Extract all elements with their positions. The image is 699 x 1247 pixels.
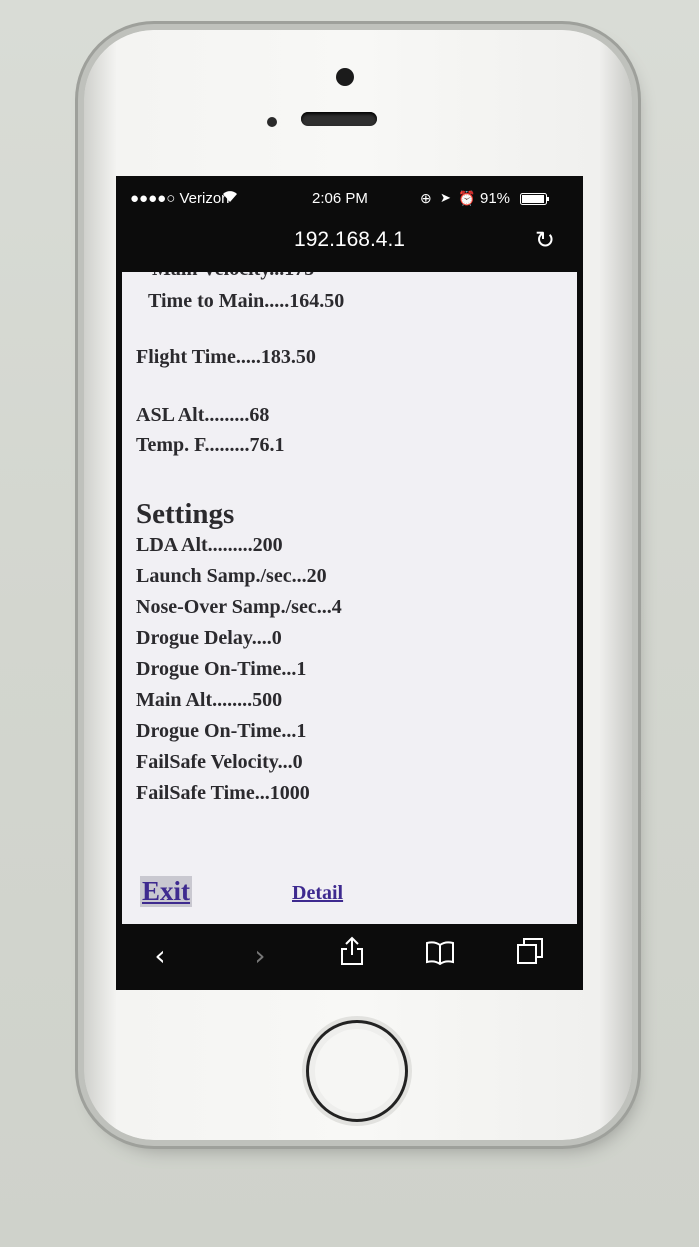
setting-launch-samp: Launch Samp./sec...20 — [136, 565, 327, 587]
battery-icon — [520, 192, 550, 209]
web-content: Main Velocity...175 Time to Main.....164… — [122, 272, 577, 924]
cutoff-text: Main Velocity...175 — [152, 272, 314, 281]
address-bar[interactable]: 192.168.4.1 ↻ — [116, 220, 583, 272]
phone-screen: ●●●●○ Verizon 2:06 PM ⊕ ➤ ⏰ 91% 192.168.… — [116, 176, 583, 990]
carrier-label: ●●●●○ Verizon — [130, 190, 230, 207]
settings-heading: Settings — [136, 498, 235, 530]
battery-percent: 91% — [480, 190, 511, 207]
back-button[interactable]: ‹ — [138, 936, 182, 976]
setting-drogue-on-time: Drogue On-Time...1 — [136, 658, 307, 680]
setting-drogue-delay: Drogue Delay....0 — [136, 627, 282, 649]
rotation-lock-icon: ⊕ — [420, 190, 432, 206]
setting-lda-alt: LDA Alt.........200 — [136, 534, 283, 556]
front-camera — [336, 68, 354, 86]
tabs-icon[interactable] — [508, 936, 552, 976]
bookmarks-icon[interactable] — [418, 936, 462, 976]
setting-nose-over-samp: Nose-Over Samp./sec...4 — [136, 596, 342, 618]
reading-temp: Temp. F.........76.1 — [136, 434, 285, 456]
share-icon[interactable] — [330, 936, 374, 977]
status-bar: ●●●●○ Verizon 2:06 PM ⊕ ➤ ⏰ 91% — [116, 176, 583, 220]
location-icon: ➤ — [440, 190, 451, 205]
forward-button[interactable]: › — [238, 936, 282, 976]
url-text[interactable]: 192.168.4.1 — [116, 228, 583, 252]
reading-flight-time: Flight Time.....183.50 — [136, 346, 316, 368]
proximity-sensor — [267, 117, 277, 127]
setting-failsafe-velocity: FailSafe Velocity...0 — [136, 751, 303, 773]
reload-icon[interactable]: ↻ — [535, 226, 555, 255]
alarm-icon: ⏰ — [458, 190, 476, 206]
home-button[interactable] — [306, 1020, 408, 1122]
reading-asl-alt: ASL Alt.........68 — [136, 404, 270, 426]
reading-time-to-main: Time to Main.....164.50 — [148, 290, 345, 312]
browser-toolbar: ‹ › — [116, 924, 583, 990]
setting-drogue-on-time-2: Drogue On-Time...1 — [136, 720, 307, 742]
wifi-icon — [222, 190, 238, 207]
detail-link[interactable]: Detail — [292, 882, 343, 905]
status-time: 2:06 PM — [312, 190, 368, 207]
exit-link[interactable]: Exit — [140, 876, 193, 907]
setting-main-alt: Main Alt........500 — [136, 689, 283, 711]
setting-failsafe-time: FailSafe Time...1000 — [136, 782, 310, 804]
earpiece-speaker — [301, 112, 377, 126]
